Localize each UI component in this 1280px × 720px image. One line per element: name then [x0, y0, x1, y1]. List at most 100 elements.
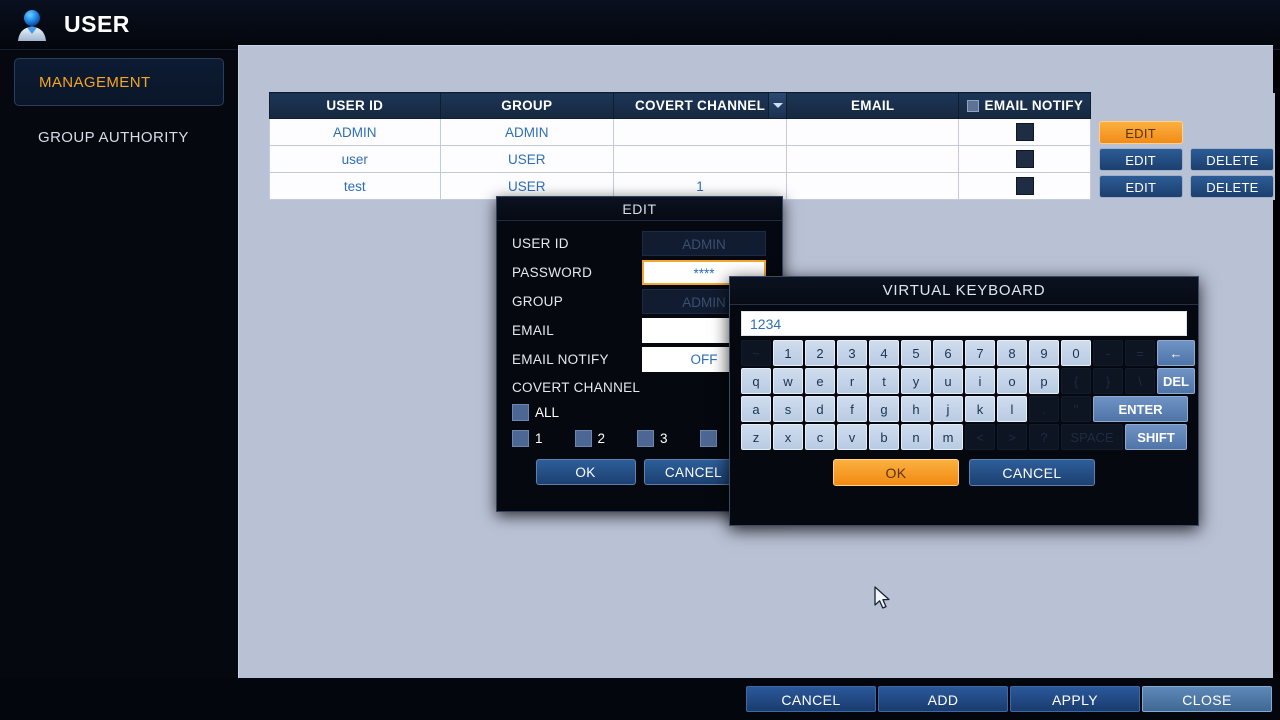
- key-1[interactable]: 1: [773, 340, 803, 366]
- key-o[interactable]: o: [997, 368, 1027, 394]
- email-notify-checkbox[interactable]: [1015, 123, 1034, 141]
- cancel-button[interactable]: CANCEL: [746, 686, 876, 712]
- user-management-screen: USER MANAGEMENT GROUP AUTHORITY USER ID …: [0, 0, 1280, 720]
- delete-key[interactable]: DEL: [1157, 368, 1195, 394]
- key-w[interactable]: w: [773, 368, 803, 394]
- key-n[interactable]: n: [901, 424, 931, 450]
- key-8[interactable]: 8: [997, 340, 1027, 366]
- key-v[interactable]: v: [837, 424, 867, 450]
- covert-channel-2-checkbox[interactable]: [574, 429, 592, 447]
- cell-covert-channel: [613, 118, 788, 146]
- column-header-group[interactable]: GROUP: [439, 92, 615, 119]
- key-r[interactable]: r: [837, 368, 867, 394]
- key-2[interactable]: 2: [805, 340, 835, 366]
- key->: >: [997, 424, 1027, 450]
- key-3[interactable]: 3: [837, 340, 867, 366]
- key-d[interactable]: d: [805, 396, 835, 422]
- cell-email-notify[interactable]: [958, 118, 1092, 146]
- column-header-email[interactable]: EMAIL: [786, 92, 960, 119]
- covert-channel-2-label: 2: [597, 430, 606, 446]
- cell-delete-action: DELETE: [1190, 172, 1275, 200]
- edit-button[interactable]: EDIT: [1098, 174, 1183, 198]
- key-0[interactable]: 0: [1061, 340, 1091, 366]
- apply-button[interactable]: APPLY: [1010, 686, 1140, 712]
- add-button[interactable]: ADD: [878, 686, 1008, 712]
- cell-email: [786, 145, 960, 173]
- key-s[interactable]: s: [773, 396, 803, 422]
- key-c[interactable]: c: [805, 424, 835, 450]
- shift-key[interactable]: SHIFT: [1125, 424, 1187, 450]
- page-title: USER: [64, 11, 130, 37]
- key-4[interactable]: 4: [869, 340, 899, 366]
- edit-dialog-ok-button[interactable]: OK: [535, 459, 636, 485]
- key-y[interactable]: y: [901, 368, 931, 394]
- email-notify-checkbox[interactable]: [1015, 177, 1034, 195]
- column-label: EMAIL: [850, 98, 895, 113]
- key-b[interactable]: b: [869, 424, 899, 450]
- key-x[interactable]: x: [773, 424, 803, 450]
- sidebar-item-group-authority[interactable]: GROUP AUTHORITY: [14, 114, 224, 162]
- virtual-keyboard-row: a s d f g h j k l. " ENTER: [741, 396, 1188, 422]
- table-row[interactable]: user USER EDIT DELETE: [269, 145, 1275, 173]
- key--: -: [1093, 340, 1123, 366]
- key-z[interactable]: z: [741, 424, 771, 450]
- key-h[interactable]: h: [901, 396, 931, 422]
- column-header-covert-channel[interactable]: COVERT CHANNEL: [613, 92, 788, 119]
- delete-button[interactable]: DELETE: [1190, 147, 1275, 171]
- key-p[interactable]: p: [1029, 368, 1059, 394]
- edit-button[interactable]: EDIT: [1098, 120, 1183, 144]
- key-i[interactable]: i: [965, 368, 995, 394]
- key-m[interactable]: m: [933, 424, 963, 450]
- table-row[interactable]: ADMIN ADMIN EDIT: [269, 118, 1275, 146]
- key-?: ?: [1029, 424, 1059, 450]
- key-5[interactable]: 5: [901, 340, 931, 366]
- column-label: GROUP: [501, 98, 553, 113]
- sidebar-item-management[interactable]: MANAGEMENT: [14, 58, 224, 106]
- cell-user-id: ADMIN: [269, 118, 441, 146]
- key-l[interactable]: l: [997, 396, 1027, 422]
- covert-channel-all-checkbox[interactable]: [512, 403, 529, 421]
- covert-channel-3-checkbox[interactable]: [637, 429, 655, 447]
- virtual-keyboard-cancel-button[interactable]: CANCEL: [969, 459, 1095, 486]
- virtual-keyboard-ok-button[interactable]: OK: [833, 459, 959, 486]
- key-u[interactable]: u: [933, 368, 963, 394]
- cell-group: ADMIN: [439, 118, 615, 146]
- key-f[interactable]: f: [837, 396, 867, 422]
- column-label: EMAIL NOTIFY: [984, 98, 1084, 113]
- column-label: COVERT CHANNEL: [634, 98, 766, 113]
- virtual-keyboard-row: z x c v b n m < >? SPACE SHIFT: [741, 424, 1187, 450]
- cell-email-notify[interactable]: [958, 172, 1092, 200]
- email-notify-select-all-checkbox[interactable]: [966, 99, 979, 112]
- key-7[interactable]: 7: [965, 340, 995, 366]
- key-q[interactable]: q: [741, 368, 771, 394]
- covert-channel-dropdown-button[interactable]: [768, 93, 787, 118]
- delete-button[interactable]: DELETE: [1190, 174, 1275, 198]
- close-button[interactable]: CLOSE: [1142, 686, 1272, 712]
- covert-channel-4-checkbox[interactable]: [699, 429, 717, 447]
- cell-email-notify[interactable]: [958, 145, 1092, 173]
- key-j[interactable]: j: [933, 396, 963, 422]
- covert-channel-all-label: ALL: [535, 404, 560, 420]
- key-g[interactable]: g: [869, 396, 899, 422]
- covert-channel-1-checkbox[interactable]: [512, 429, 529, 447]
- key-6[interactable]: 6: [933, 340, 963, 366]
- email-notify-checkbox[interactable]: [1015, 150, 1034, 168]
- covert-channel-1-label: 1: [535, 430, 543, 446]
- virtual-keyboard-row: ~1 2 3 4 5 6 7 8 9 0- = ←: [741, 340, 1195, 366]
- key-k[interactable]: k: [965, 396, 995, 422]
- backspace-key[interactable]: ←: [1157, 340, 1195, 366]
- key-e[interactable]: e: [805, 368, 835, 394]
- column-header-user-id[interactable]: USER ID: [269, 92, 441, 119]
- key-t[interactable]: t: [869, 368, 899, 394]
- key-a[interactable]: a: [741, 396, 771, 422]
- cell-email: [786, 118, 960, 146]
- column-header-email-notify[interactable]: EMAIL NOTIFY: [958, 92, 1092, 119]
- cell-user-id: user: [269, 145, 441, 173]
- key-9[interactable]: 9: [1029, 340, 1059, 366]
- enter-key[interactable]: ENTER: [1093, 396, 1188, 422]
- virtual-keyboard-input[interactable]: 1234: [741, 311, 1187, 336]
- bottom-toolbar: CANCEL ADD APPLY CLOSE: [0, 678, 1280, 720]
- edit-button[interactable]: EDIT: [1098, 147, 1183, 171]
- user-table: USER ID GROUP COVERT CHANNEL EMAIL EMAIL…: [269, 92, 1275, 200]
- cell-email: [786, 172, 960, 200]
